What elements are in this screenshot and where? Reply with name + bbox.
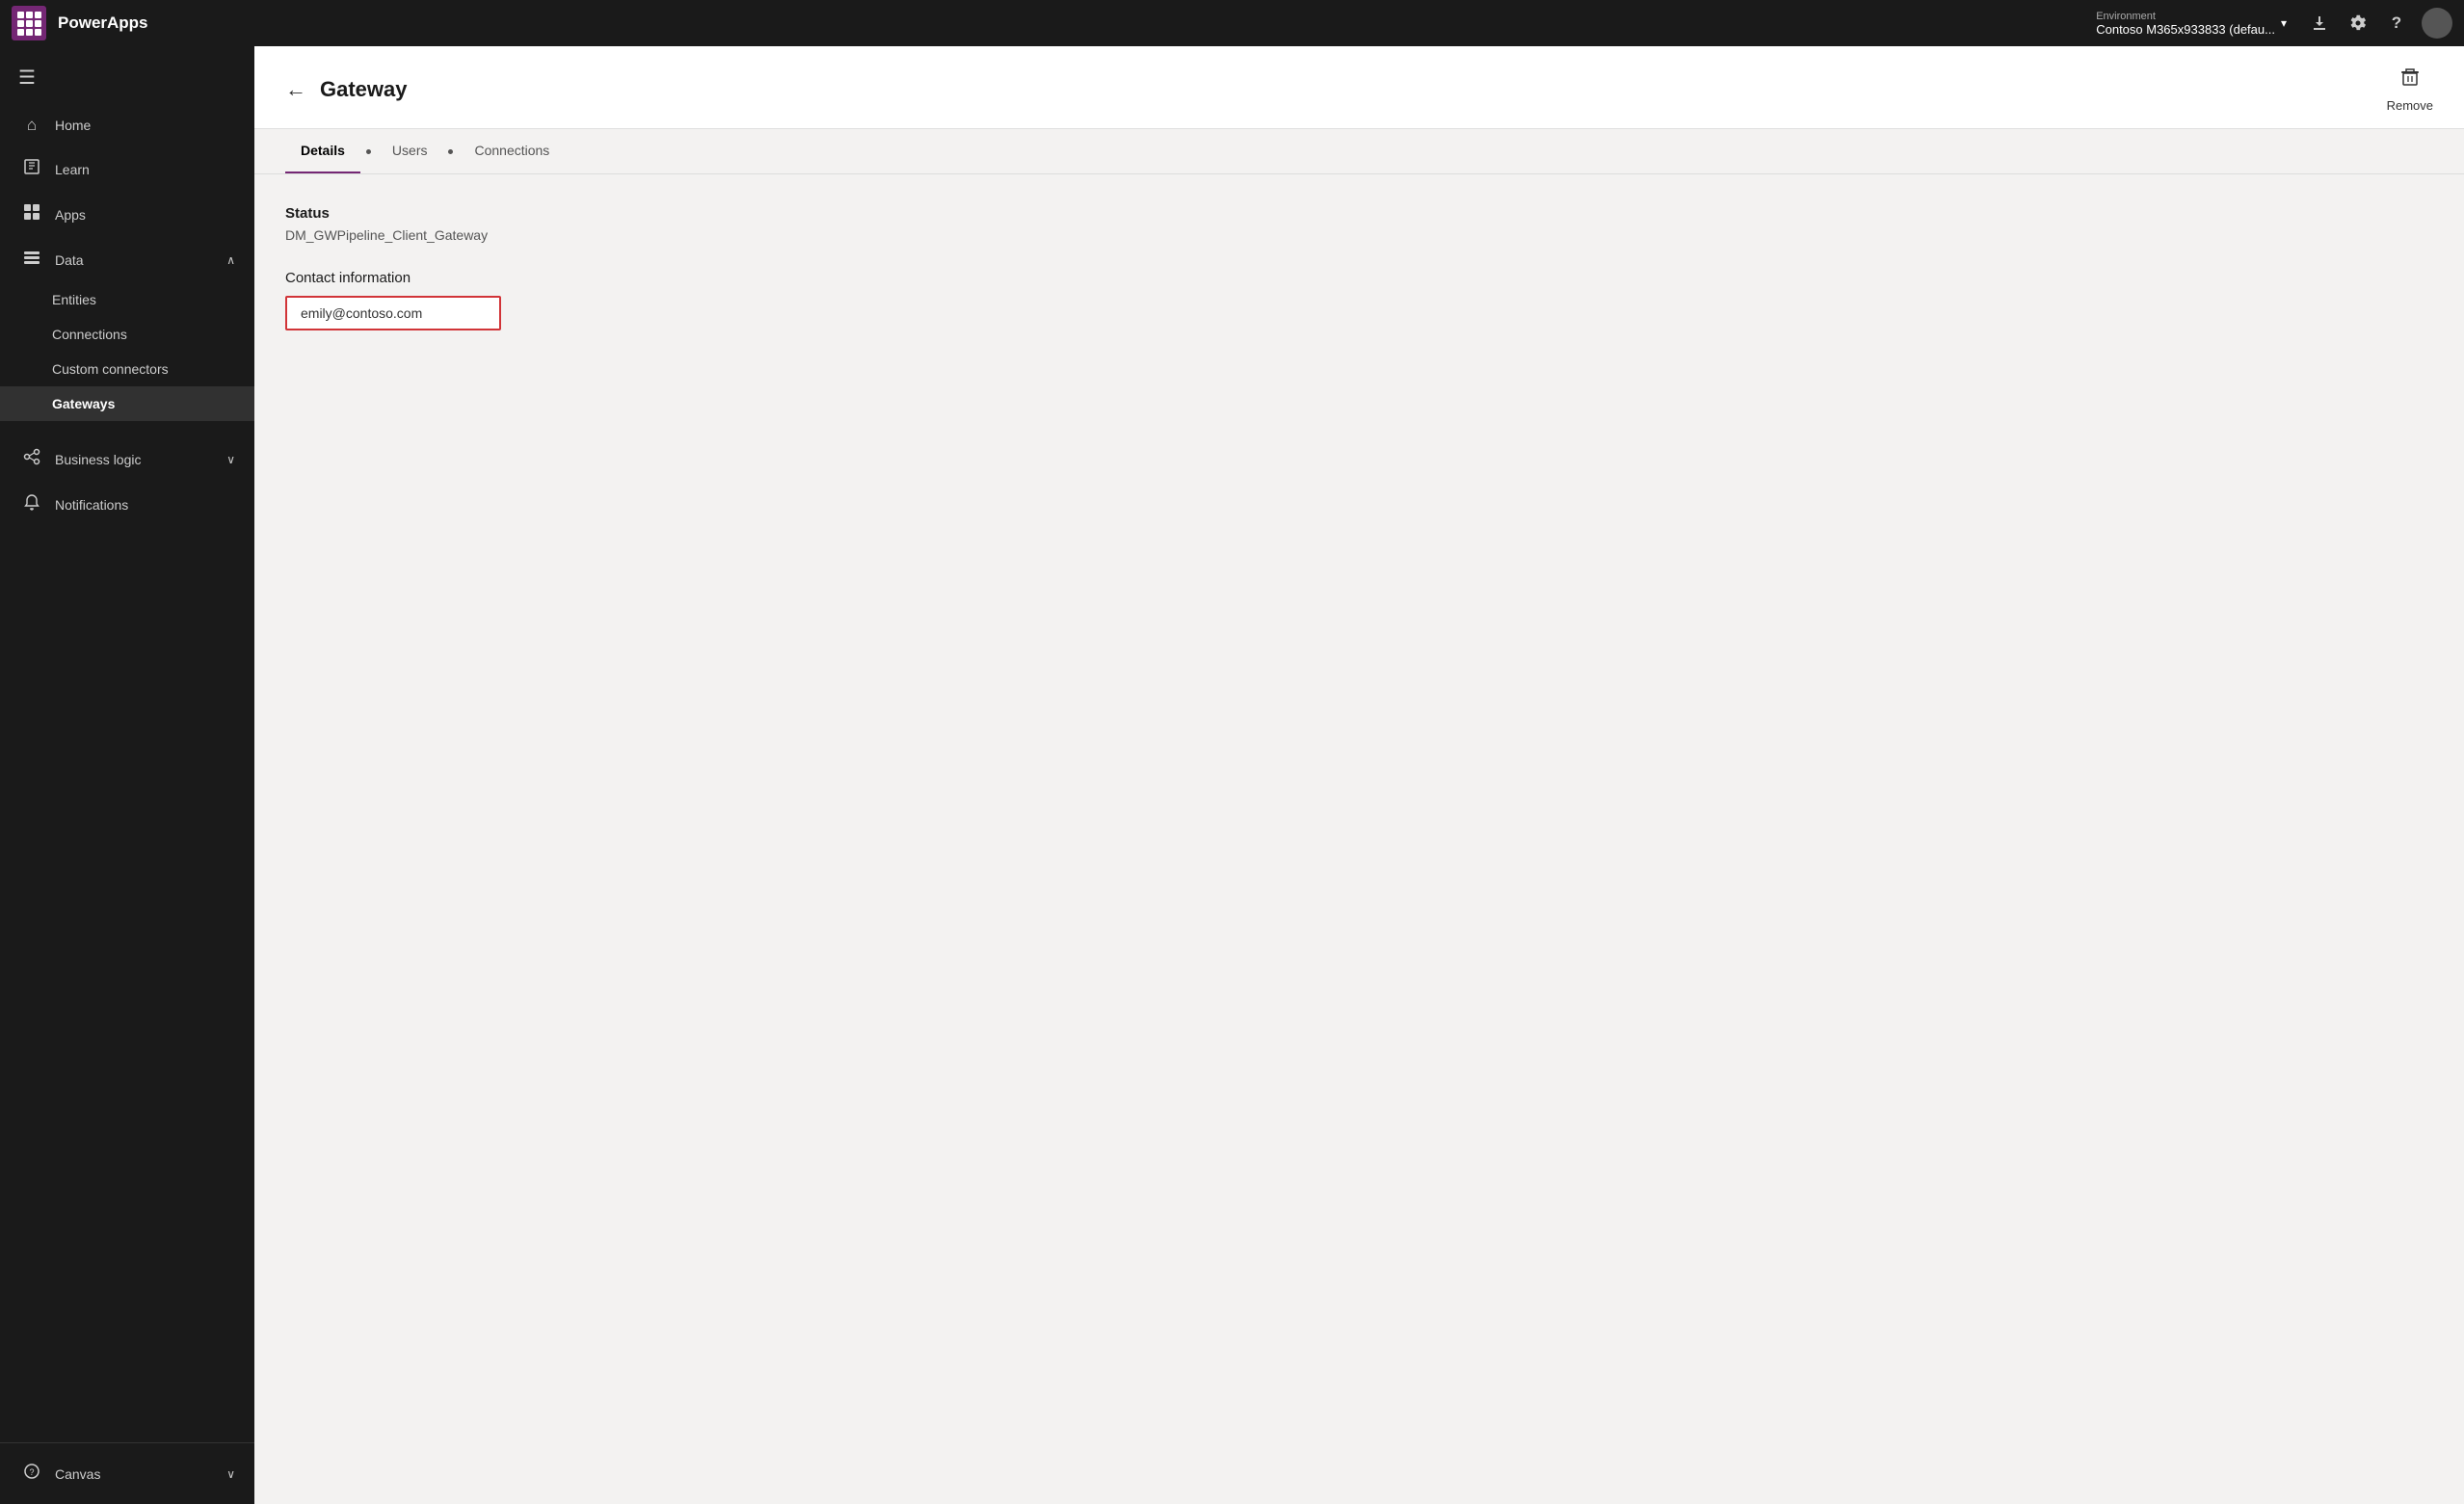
status-label: Status <box>285 205 2433 222</box>
sidebar-sub-item-gateways[interactable]: Gateways <box>0 386 254 421</box>
waffle-icon <box>17 12 41 36</box>
sidebar-sub-item-connections-label: Connections <box>52 327 127 342</box>
page-title: Gateway <box>320 77 408 102</box>
status-value: DM_GWPipeline_Client_Gateway <box>285 227 2433 243</box>
app-logo: PowerApps <box>58 13 148 33</box>
sidebar-item-notifications[interactable]: Notifications <box>0 482 254 527</box>
canvas-icon: ? <box>22 1463 41 1485</box>
user-avatar[interactable] <box>2422 8 2452 39</box>
question-icon: ? <box>2392 13 2401 33</box>
help-button[interactable]: ? <box>2379 6 2414 40</box>
business-logic-icon <box>22 448 41 470</box>
environment-selector[interactable]: Environment Contoso M365x933833 (defau..… <box>2096 11 2287 37</box>
sidebar-item-business-logic-label: Business logic <box>55 452 142 467</box>
topbar: PowerApps Environment Contoso M365x93383… <box>0 0 2464 46</box>
page-header: ← Gateway Remove <box>254 46 2464 129</box>
contact-info-label: Contact information <box>285 270 2433 286</box>
sidebar-sub-item-custom-connectors[interactable]: Custom connectors <box>0 352 254 386</box>
tab-connections[interactable]: Connections <box>459 129 565 173</box>
contact-input-wrapper <box>285 296 501 330</box>
sidebar-item-learn-label: Learn <box>55 162 90 177</box>
trash-icon <box>2398 66 2422 94</box>
sidebar-sub-item-custom-connectors-label: Custom connectors <box>52 361 169 377</box>
content-area: Status DM_GWPipeline_Client_Gateway Cont… <box>254 174 2464 1504</box>
tab-users[interactable]: Users <box>377 129 443 173</box>
tab-details-label: Details <box>301 143 345 158</box>
sidebar-item-home-label: Home <box>55 118 91 133</box>
business-logic-chevron-icon: ∨ <box>226 453 235 466</box>
page-header-left: ← Gateway <box>285 77 408 102</box>
sidebar-sub-item-gateways-label: Gateways <box>52 396 115 411</box>
data-icon <box>22 249 41 271</box>
book-icon <box>22 158 41 180</box>
topbar-icons: ? <box>2302 6 2452 40</box>
tab-separator-2 <box>448 149 453 154</box>
sidebar-sub-item-entities[interactable]: Entities <box>0 282 254 317</box>
main-layout: ☰ ⌂ Home Learn Apps Data ∧ Entit <box>0 46 2464 1504</box>
data-chevron-icon: ∧ <box>226 253 235 267</box>
sidebar-item-apps-label: Apps <box>55 207 86 223</box>
remove-label: Remove <box>2387 98 2433 113</box>
hamburger-icon: ☰ <box>18 66 36 90</box>
tab-bar: Details Users Connections <box>254 129 2464 174</box>
sidebar-item-canvas[interactable]: ? Canvas ∨ <box>0 1451 254 1496</box>
chevron-down-icon: ▾ <box>2281 16 2287 30</box>
sidebar-item-learn[interactable]: Learn <box>0 146 254 192</box>
sidebar-item-data[interactable]: Data ∧ <box>0 237 254 282</box>
apps-icon <box>22 203 41 225</box>
sidebar-item-business-logic[interactable]: Business logic ∨ <box>0 436 254 482</box>
main-content: ← Gateway Remove Details Users Connectio… <box>254 46 2464 1504</box>
waffle-button[interactable] <box>12 6 46 40</box>
env-label: Environment <box>2096 11 2275 22</box>
sidebar-item-home[interactable]: ⌂ Home <box>0 104 254 146</box>
sidebar: ☰ ⌂ Home Learn Apps Data ∧ Entit <box>0 46 254 1504</box>
remove-button[interactable]: Remove <box>2387 66 2433 113</box>
back-button[interactable]: ← <box>285 77 306 102</box>
notifications-icon <box>22 493 41 515</box>
menu-button[interactable]: ☰ <box>4 54 50 100</box>
svg-text:?: ? <box>29 1467 34 1477</box>
contact-email-input[interactable] <box>287 298 499 329</box>
download-button[interactable] <box>2302 6 2337 40</box>
canvas-chevron-icon: ∨ <box>226 1467 235 1481</box>
sidebar-item-notifications-label: Notifications <box>55 497 128 513</box>
sidebar-sub-item-entities-label: Entities <box>52 292 96 307</box>
tab-details[interactable]: Details <box>285 129 360 173</box>
env-name: Contoso M365x933833 (defau... <box>2096 22 2275 37</box>
tab-users-label: Users <box>392 143 428 158</box>
sidebar-sub-item-connections[interactable]: Connections <box>0 317 254 352</box>
settings-button[interactable] <box>2341 6 2375 40</box>
sidebar-item-apps[interactable]: Apps <box>0 192 254 237</box>
sidebar-footer: ? Canvas ∨ <box>0 1442 254 1504</box>
sidebar-item-data-label: Data <box>55 252 84 268</box>
tab-separator-1 <box>366 149 371 154</box>
tab-connections-label: Connections <box>474 143 549 158</box>
sidebar-item-canvas-label: Canvas <box>55 1466 100 1482</box>
home-icon: ⌂ <box>22 116 41 135</box>
